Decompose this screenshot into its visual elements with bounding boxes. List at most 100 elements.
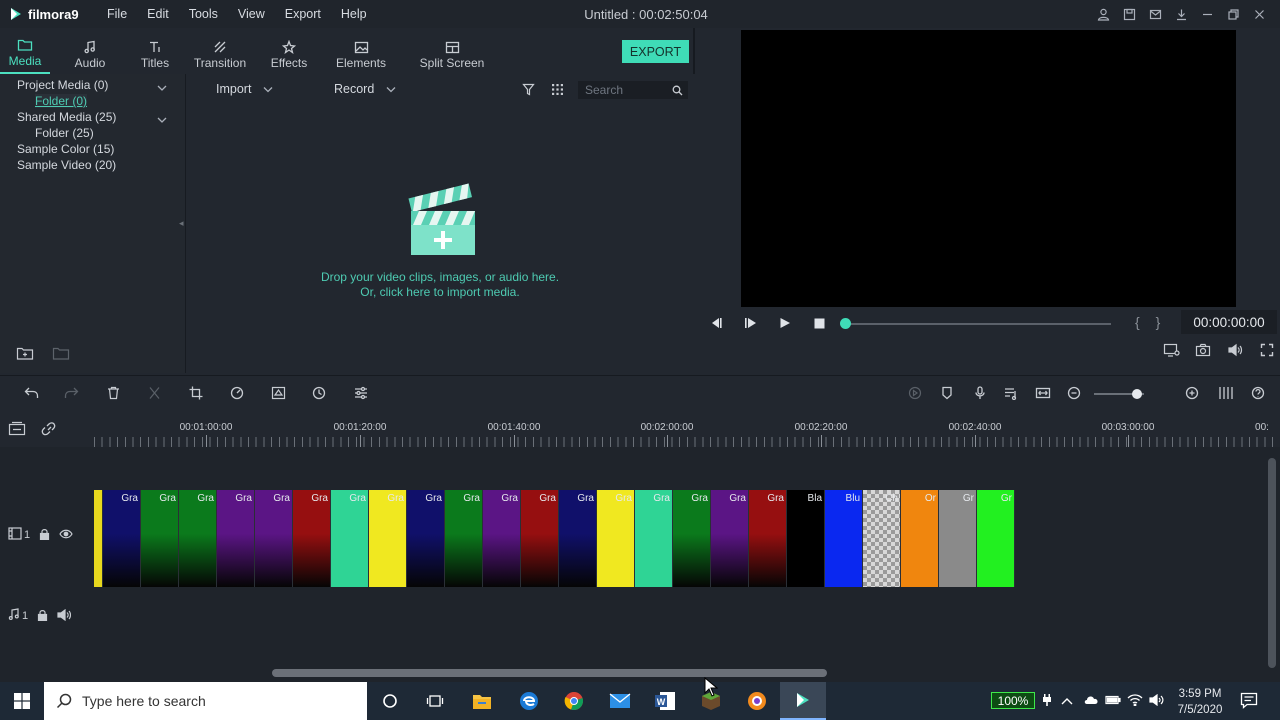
in-out-brackets[interactable]: { } xyxy=(1135,314,1166,330)
edge-browser-icon[interactable] xyxy=(506,682,552,720)
import-dropdown[interactable]: Import xyxy=(216,82,273,96)
marker-icon[interactable] xyxy=(941,386,953,403)
play-icon[interactable] xyxy=(779,317,791,332)
timeline-clip[interactable]: Gra xyxy=(331,490,369,587)
zoom-slider-knob[interactable] xyxy=(1132,389,1142,399)
lock-icon[interactable] xyxy=(37,609,48,624)
menu-tools[interactable]: Tools xyxy=(189,7,218,21)
play-next-frame-icon[interactable] xyxy=(744,317,758,332)
video-track-1[interactable]: Gra Gra Gra Gra Gra Gra Gra Gra Gra Gra Gra Gra Gra G… xyxy=(94,490,1280,587)
import-drop-zone[interactable]: Drop your video clips, images, or audio … xyxy=(287,179,593,300)
playback-slider[interactable] xyxy=(843,323,1111,325)
close-icon[interactable] xyxy=(1246,5,1272,23)
crop-icon[interactable] xyxy=(189,386,203,403)
horizontal-scrollbar[interactable] xyxy=(272,669,827,677)
battery-indicator[interactable]: 100% xyxy=(991,692,1035,709)
menu-file[interactable]: File xyxy=(107,7,127,21)
chrome-browser-icon[interactable] xyxy=(551,682,597,720)
delete-icon[interactable] xyxy=(107,386,120,403)
lock-icon[interactable] xyxy=(39,528,50,543)
cloud-icon[interactable] xyxy=(1083,694,1105,708)
wifi-icon[interactable] xyxy=(1127,693,1149,709)
volume-icon[interactable] xyxy=(1219,343,1251,357)
cortana-circle-icon[interactable] xyxy=(367,682,413,720)
green-screen-icon[interactable] xyxy=(271,386,286,403)
redo-icon[interactable] xyxy=(64,386,79,403)
collapse-panel-icon[interactable]: ◂ xyxy=(179,218,184,229)
fullscreen-icon[interactable] xyxy=(1251,343,1280,357)
tree-project-media[interactable]: Project Media (0) xyxy=(17,78,108,92)
tree-project-folder[interactable]: Folder (0) xyxy=(35,94,88,108)
link-icon[interactable] xyxy=(41,421,57,439)
timeline-clip[interactable]: Gra xyxy=(483,490,521,587)
menu-edit[interactable]: Edit xyxy=(147,7,169,21)
tab-split-screen[interactable]: Split Screen xyxy=(412,28,492,74)
timeline-ruler[interactable]: 00:01:00:00 00:01:20:00 00:01:40:00 00:0… xyxy=(0,411,1280,447)
timeline-clip[interactable]: Gra xyxy=(597,490,635,587)
timeline-clip[interactable]: Gr xyxy=(939,490,977,587)
save-icon[interactable] xyxy=(1116,5,1142,23)
mail-app-icon[interactable] xyxy=(597,682,643,720)
tree-shared-media[interactable]: Shared Media (25) xyxy=(17,110,116,124)
tree-shared-folder[interactable]: Folder (25) xyxy=(35,126,94,140)
zoom-out-icon[interactable] xyxy=(1067,386,1081,403)
help-icon[interactable] xyxy=(1251,386,1265,403)
file-explorer-icon[interactable] xyxy=(459,682,505,720)
playhead-knob[interactable] xyxy=(840,318,851,329)
timeline-clip[interactable]: Gra xyxy=(407,490,445,587)
account-icon[interactable] xyxy=(1090,5,1116,23)
tab-elements[interactable]: Elements xyxy=(326,28,396,74)
chevron-down-icon[interactable] xyxy=(157,113,167,123)
timeline-clip[interactable]: Gra xyxy=(711,490,749,587)
tab-audio[interactable]: Audio xyxy=(65,28,115,74)
zoom-in-icon[interactable] xyxy=(1185,386,1199,403)
audio-mixer-icon[interactable] xyxy=(1004,386,1018,403)
timeline-clip[interactable]: Gra xyxy=(255,490,293,587)
timeline-clip[interactable]: Blu xyxy=(825,490,863,587)
timeline-clip[interactable]: Gra xyxy=(179,490,217,587)
timeline-clip[interactable]: Gra xyxy=(217,490,255,587)
minimize-icon[interactable] xyxy=(1194,5,1220,23)
chevron-down-icon[interactable] xyxy=(157,81,167,91)
menu-export[interactable]: Export xyxy=(285,7,321,21)
vertical-scrollbar[interactable] xyxy=(1268,458,1276,668)
snapshot-camera-icon[interactable] xyxy=(1187,343,1219,357)
display-settings-icon[interactable] xyxy=(1155,343,1187,357)
timeline-clip[interactable] xyxy=(94,490,103,587)
filmora-taskbar-icon[interactable] xyxy=(780,682,826,720)
download-icon[interactable] xyxy=(1168,5,1194,23)
timeline-clip[interactable]: Ch xyxy=(863,490,901,587)
remove-folder-icon[interactable] xyxy=(52,346,70,364)
menu-view[interactable]: View xyxy=(238,7,265,21)
menu-help[interactable]: Help xyxy=(341,7,367,21)
notification-center-icon[interactable] xyxy=(1240,692,1258,712)
timeline-clip[interactable]: Gra xyxy=(445,490,483,587)
timeline-clip[interactable]: Gra xyxy=(635,490,673,587)
timeline-clip[interactable]: Gra xyxy=(141,490,179,587)
timeline-clip[interactable]: Gra xyxy=(559,490,597,587)
taskbar-clock[interactable]: 3:59 PM 7/5/2020 xyxy=(1168,686,1232,718)
timeline-clip[interactable]: Gra xyxy=(521,490,559,587)
new-folder-icon[interactable] xyxy=(16,346,34,364)
restore-icon[interactable] xyxy=(1220,5,1246,23)
power-plug-icon[interactable] xyxy=(1041,693,1061,710)
timeline-clip[interactable]: Or xyxy=(901,490,939,587)
timeline-clip[interactable]: Gr xyxy=(977,490,1015,587)
task-view-icon[interactable] xyxy=(412,682,458,720)
tree-sample-color[interactable]: Sample Color (15) xyxy=(17,142,114,156)
speaker-icon[interactable] xyxy=(57,608,72,624)
undo-icon[interactable] xyxy=(24,386,39,403)
taskbar-search-box[interactable]: Type here to search xyxy=(44,682,367,720)
tab-transition[interactable]: Transition xyxy=(185,28,255,74)
tab-effects[interactable]: Effects xyxy=(259,28,319,74)
stop-icon[interactable] xyxy=(814,318,825,332)
timeline-clip[interactable]: Gra xyxy=(673,490,711,587)
timeline-clip[interactable]: Gra xyxy=(103,490,141,587)
timeline-clip[interactable]: Gra xyxy=(293,490,331,587)
render-preview-icon[interactable] xyxy=(907,386,923,403)
pause-columns-icon[interactable] xyxy=(1218,386,1234,403)
timeline-clip[interactable]: Gra xyxy=(369,490,407,587)
browser-orange-icon[interactable] xyxy=(734,682,780,720)
duration-clock-icon[interactable] xyxy=(312,386,326,403)
tree-sample-video[interactable]: Sample Video (20) xyxy=(17,158,116,172)
